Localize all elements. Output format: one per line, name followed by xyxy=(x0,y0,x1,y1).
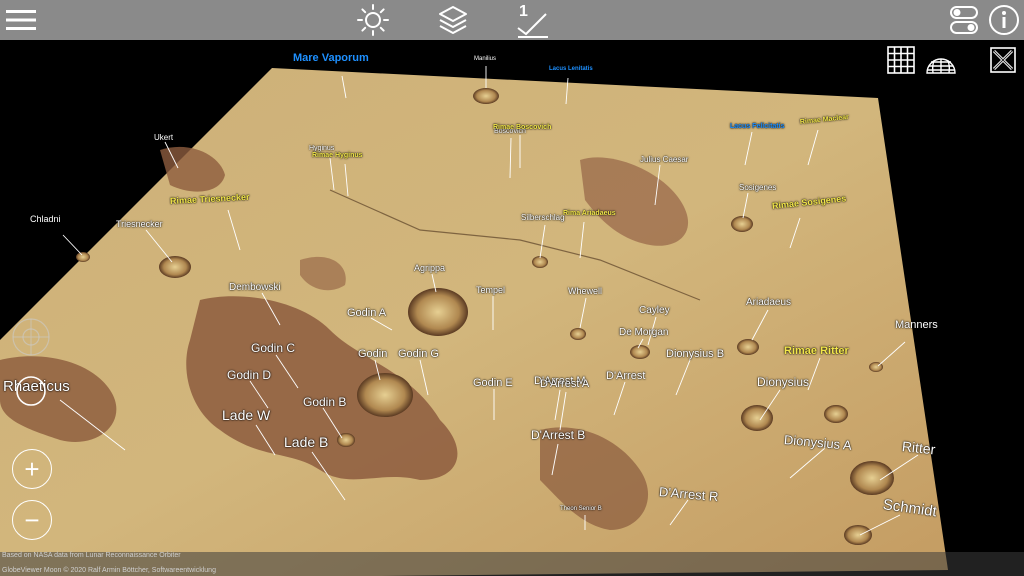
grid-toggle-button[interactable] xyxy=(886,45,916,75)
map-label[interactable]: Godin B xyxy=(303,395,346,409)
lighting-button[interactable] xyxy=(354,0,392,40)
navigation-pad-icon xyxy=(12,318,50,356)
map-label[interactable]: Rimae Hyginus xyxy=(312,152,363,159)
crater xyxy=(159,256,191,278)
map-label[interactable]: Godin xyxy=(358,348,387,360)
zoom-out-button[interactable]: − xyxy=(12,500,52,540)
rotate-control[interactable] xyxy=(14,374,48,408)
crater xyxy=(824,405,848,423)
crater xyxy=(844,525,872,545)
map-label[interactable]: Dembowski xyxy=(229,282,281,293)
map-label[interactable]: Lacus Felicitatis xyxy=(730,123,784,130)
map-label[interactable]: Sosigenes xyxy=(739,183,776,192)
map-label[interactable]: Ritter xyxy=(901,438,936,457)
map-label[interactable]: Silberschlag xyxy=(521,213,565,222)
attribution-data-source: Based on NASA data from Lunar Reconnaiss… xyxy=(2,552,181,559)
map-label[interactable]: Manners xyxy=(895,319,938,331)
map-label[interactable]: Mare Vaporum xyxy=(293,52,369,64)
map-label[interactable]: Godin C xyxy=(251,341,295,355)
map-label[interactable]: Agrippa xyxy=(414,263,445,273)
map-label[interactable]: Cayley xyxy=(639,305,670,316)
crater xyxy=(76,252,90,262)
zoom-out-icon: − xyxy=(24,504,40,535)
layers-icon xyxy=(439,6,467,34)
map-label[interactable]: D'Arrest A xyxy=(540,378,589,390)
elevation-scale-button[interactable]: 1 xyxy=(512,0,552,40)
crater xyxy=(731,216,753,232)
crater xyxy=(630,345,650,359)
zoom-in-icon: + xyxy=(24,453,40,484)
crater xyxy=(570,328,586,340)
grid-icon xyxy=(887,46,915,74)
info-icon xyxy=(989,5,1019,35)
close-x-icon xyxy=(990,47,1016,73)
crater xyxy=(741,405,773,431)
map-label[interactable]: Tempel xyxy=(476,285,505,295)
terrain-surface xyxy=(0,68,948,576)
map-label[interactable]: Dionysius B xyxy=(666,348,724,360)
crater xyxy=(408,288,468,336)
zoom-in-button[interactable]: + xyxy=(12,449,52,489)
sun-icon xyxy=(357,4,389,36)
crater xyxy=(737,339,759,355)
top-toolbar: 1 xyxy=(0,0,1024,40)
map-label[interactable]: D'Arrest xyxy=(606,370,645,382)
attribution-bar: Based on NASA data from Lunar Reconnaiss… xyxy=(0,552,1024,576)
map-label[interactable]: Hyginus xyxy=(309,145,334,152)
map-label[interactable]: Whewell xyxy=(568,286,602,296)
map-label[interactable]: Rimae Ritter xyxy=(784,345,849,357)
map-label[interactable]: Ukert xyxy=(154,133,173,142)
exaggeration-button[interactable] xyxy=(988,45,1018,75)
globe-icon xyxy=(926,58,956,74)
map-label[interactable]: Godin A xyxy=(347,307,386,319)
map-label[interactable]: Lacus Lenitatis xyxy=(549,66,593,72)
svg-text:1: 1 xyxy=(519,3,528,20)
crater xyxy=(473,88,499,104)
map-label[interactable]: De Morgan xyxy=(619,327,668,338)
menu-button[interactable] xyxy=(2,0,40,40)
map-label[interactable]: Godin G xyxy=(398,348,439,360)
settings-toggle-button[interactable] xyxy=(946,0,982,40)
map-label[interactable]: D'Arrest B xyxy=(531,428,585,442)
elevation-scale-icon: 1 xyxy=(517,3,548,38)
map-label[interactable]: Manilius xyxy=(474,56,496,62)
map-label[interactable]: Julius Caesar xyxy=(640,155,688,164)
attribution-copyright: GlobeViewer Moon © 2020 Ralf Armin Böttc… xyxy=(2,567,216,574)
layers-button[interactable] xyxy=(434,0,472,40)
map-label[interactable]: Lade W xyxy=(222,407,270,423)
map-label[interactable]: Triesnecker xyxy=(116,219,163,229)
map-label[interactable]: Godin D xyxy=(227,368,271,382)
map-label[interactable]: Lade B xyxy=(284,434,328,450)
map-label[interactable]: Godin E xyxy=(473,377,513,389)
rotate-icon xyxy=(16,376,46,406)
info-button[interactable] xyxy=(986,0,1022,40)
crater xyxy=(357,373,413,417)
terrain-view[interactable] xyxy=(0,0,1024,576)
toggle-settings-icon xyxy=(950,6,978,34)
globe-toggle-button[interactable] xyxy=(924,45,958,75)
navigation-pad[interactable] xyxy=(10,316,52,358)
map-label[interactable]: Dionysius xyxy=(757,375,809,389)
map-label[interactable]: Chladni xyxy=(30,214,61,224)
map-label[interactable]: Rimae Boscovich xyxy=(493,124,551,131)
map-label[interactable]: Theon Senior B xyxy=(560,506,602,512)
map-label[interactable]: Rima Ariadaeus xyxy=(563,210,616,217)
menu-icon xyxy=(6,10,36,30)
crater xyxy=(850,461,894,495)
map-label[interactable]: Ariadaeus xyxy=(746,297,791,308)
